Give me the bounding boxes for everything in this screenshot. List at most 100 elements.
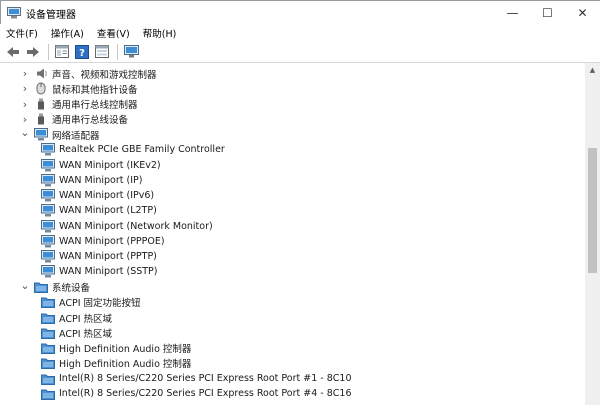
speaker-icon bbox=[34, 67, 48, 80]
tree-item-label: High Definition Audio 控制器 bbox=[59, 359, 192, 371]
tree-item-label: WAN Miniport (L2TP) bbox=[59, 205, 157, 217]
tree-item[interactable]: ⌄ 网络适配器 bbox=[20, 125, 100, 142]
maximize-button[interactable]: ☐ bbox=[530, 1, 565, 25]
monitor-icon bbox=[123, 45, 139, 58]
tree-item[interactable]: › 鼠标和其他指针设备 bbox=[20, 81, 138, 96]
tree-item-label: WAN Miniport (SSTP) bbox=[59, 266, 158, 278]
help-button[interactable]: ? bbox=[73, 43, 91, 61]
tree-item-label: ACPI 热区域 bbox=[59, 328, 113, 340]
network-adapter-icon bbox=[41, 158, 55, 172]
mouse-icon bbox=[34, 82, 48, 95]
network-adapter-icon bbox=[41, 250, 55, 263]
tree-item[interactable]: ACPI 热区域 bbox=[37, 325, 112, 340]
device-tree[interactable]: › 声音、视频和游戏控制器 › 鼠标和其他指针设备 › 通用串行总线控制器 › 通用串行总线设… bbox=[0, 63, 585, 405]
maximize-icon: ☐ bbox=[542, 6, 553, 20]
tree-item-label: 通用串行总线控制器 bbox=[52, 100, 138, 111]
tree-item-label: ACPI 热区域 bbox=[59, 313, 113, 325]
tree-item[interactable]: High Definition Audio 控制器 bbox=[37, 356, 191, 371]
view-button[interactable] bbox=[93, 43, 111, 61]
tree-item[interactable]: WAN Miniport (PPTP) bbox=[37, 249, 157, 264]
tree-item[interactable]: › 通用串行总线控制器 bbox=[20, 97, 138, 112]
tree-item-label: 网络适配器 bbox=[52, 130, 100, 142]
tree-item-label: WAN Miniport (Network Monitor) bbox=[59, 220, 213, 232]
tree-item[interactable]: ⌄ 系统设备 bbox=[20, 278, 91, 295]
minimize-button[interactable]: — bbox=[495, 1, 530, 25]
tree-item[interactable]: › 通用串行总线设备 bbox=[20, 112, 128, 127]
tree-item[interactable]: High Definition Audio 控制器 bbox=[37, 341, 191, 356]
tree-item[interactable]: WAN Miniport (Network Monitor) bbox=[37, 219, 213, 234]
svg-text:?: ? bbox=[79, 48, 85, 59]
window-title: 设备管理器 bbox=[26, 10, 76, 21]
tree-item-label: WAN Miniport (IKEv2) bbox=[59, 159, 161, 171]
menu-bar: 文件(F) 操作(A) 查看(V) 帮助(H) bbox=[0, 24, 600, 41]
back-button[interactable] bbox=[4, 43, 22, 61]
network-adapter-icon bbox=[41, 234, 55, 248]
menu-help[interactable]: 帮助(H) bbox=[143, 26, 177, 40]
properties-window-button[interactable] bbox=[53, 43, 71, 61]
network-adapter-icon bbox=[41, 173, 55, 187]
chevron-right-icon[interactable]: › bbox=[20, 97, 30, 112]
chevron-down-icon[interactable]: ⌄ bbox=[20, 278, 30, 293]
tree-item-label: 声音、视频和游戏控制器 bbox=[52, 69, 157, 81]
tree-item[interactable]: WAN Miniport (IPv6) bbox=[37, 188, 154, 203]
scroll-thumb[interactable] bbox=[588, 148, 597, 273]
tree-item[interactable]: WAN Miniport (IP) bbox=[37, 173, 142, 188]
network-adapter-icon bbox=[41, 219, 55, 233]
chevron-right-icon[interactable]: › bbox=[20, 66, 30, 81]
tree-item[interactable]: › 声音、视频和游戏控制器 bbox=[20, 66, 157, 81]
tree-item[interactable]: WAN Miniport (L2TP) bbox=[37, 203, 157, 218]
close-button[interactable]: ✕ bbox=[565, 1, 600, 25]
menu-action[interactable]: 操作(A) bbox=[51, 26, 84, 40]
network-adapter-icon bbox=[41, 204, 55, 217]
menu-view[interactable]: 查看(V) bbox=[97, 26, 130, 40]
vertical-scrollbar[interactable]: ▲ bbox=[585, 63, 600, 405]
system-device-icon bbox=[41, 372, 55, 385]
usb-icon bbox=[34, 98, 48, 111]
tree-item-label: ACPI 固定功能按钮 bbox=[59, 298, 141, 310]
tree-item[interactable]: ACPI 固定功能按钮 bbox=[37, 295, 141, 310]
network-adapter-icon bbox=[34, 128, 48, 141]
tree-item[interactable]: ACPI 热区域 bbox=[37, 310, 112, 325]
tree-item-label: Intel(R) 8 Series/C220 Series PCI Expres… bbox=[59, 373, 352, 384]
tree-item-label: Realtek PCIe GBE Family Controller bbox=[59, 144, 225, 156]
tree-item-label: WAN Miniport (IP) bbox=[59, 174, 143, 186]
forward-icon bbox=[27, 46, 39, 57]
forward-button[interactable] bbox=[24, 43, 42, 61]
tree-item[interactable]: Intel(R) 8 Series/C220 Series PCI Expres… bbox=[37, 371, 352, 386]
tree-item[interactable]: Realtek PCIe GBE Family Controller bbox=[37, 142, 225, 157]
usb-icon bbox=[34, 113, 48, 126]
system-device-icon bbox=[41, 296, 55, 309]
properties-window-icon bbox=[55, 45, 69, 58]
tree-item-label: WAN Miniport (PPTP) bbox=[59, 251, 157, 262]
tree-item-label: 系统设备 bbox=[52, 283, 91, 294]
help-icon: ? bbox=[75, 44, 89, 59]
network-adapter-icon bbox=[41, 265, 55, 278]
scan-hardware-button[interactable] bbox=[122, 43, 140, 61]
tree-item[interactable]: Intel(R) 8 Series/C220 Series PCI Expres… bbox=[37, 386, 352, 401]
tree-item[interactable]: WAN Miniport (IKEv2) bbox=[37, 158, 161, 173]
back-icon bbox=[7, 46, 19, 57]
menu-file[interactable]: 文件(F) bbox=[6, 26, 38, 40]
network-adapter-icon bbox=[41, 189, 55, 202]
tree-item-label: High Definition Audio 控制器 bbox=[59, 344, 192, 355]
chevron-up-icon: ▲ bbox=[589, 66, 596, 74]
system-device-icon bbox=[41, 326, 55, 339]
system-device-icon bbox=[41, 357, 55, 370]
scroll-up-button[interactable]: ▲ bbox=[585, 63, 600, 77]
tree-item-label: Intel(R) 8 Series/C220 Series PCI Expres… bbox=[59, 388, 352, 400]
close-icon: ✕ bbox=[577, 6, 588, 20]
title-bar: 设备管理器 — ☐ ✕ bbox=[0, 0, 600, 24]
device-manager-icon bbox=[7, 7, 21, 19]
tree-item-label: WAN Miniport (PPPOE) bbox=[59, 235, 165, 247]
system-device-icon bbox=[41, 311, 55, 324]
toolbar: ? bbox=[0, 41, 600, 63]
tree-item[interactable]: WAN Miniport (SSTP) bbox=[37, 264, 158, 279]
chevron-down-icon[interactable]: ⌄ bbox=[20, 125, 30, 140]
system-device-icon bbox=[41, 342, 55, 355]
minimize-icon: — bbox=[506, 6, 519, 20]
tree-item[interactable]: WAN Miniport (PPPOE) bbox=[37, 234, 165, 249]
system-device-icon bbox=[41, 387, 55, 400]
tree-item-label: WAN Miniport (IPv6) bbox=[59, 190, 155, 201]
view-icon bbox=[95, 45, 109, 58]
chevron-right-icon[interactable]: › bbox=[20, 81, 30, 96]
